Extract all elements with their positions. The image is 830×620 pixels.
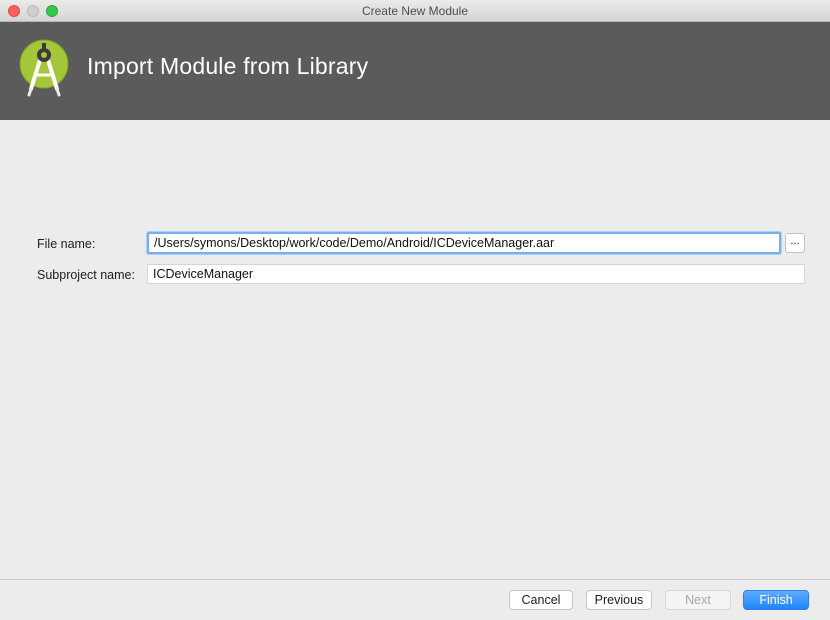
browse-file-button[interactable]: ... (785, 233, 805, 253)
file-name-input[interactable] (147, 232, 781, 254)
next-button[interactable]: Next (665, 590, 731, 610)
window-titlebar: Create New Module (0, 0, 830, 22)
subproject-name-input[interactable] (147, 264, 805, 284)
page-title: Import Module from Library (87, 53, 369, 79)
wizard-header: Import Module from Library (0, 22, 830, 120)
footer-divider (0, 579, 830, 580)
cancel-button[interactable]: Cancel (509, 590, 573, 610)
previous-button[interactable]: Previous (586, 590, 652, 610)
window-title: Create New Module (361, 4, 469, 18)
file-name-label: File name: (37, 237, 96, 251)
android-studio-logo-icon (17, 37, 71, 97)
finish-button[interactable]: Finish (743, 590, 809, 610)
subproject-name-label: Subproject name: (37, 268, 135, 282)
